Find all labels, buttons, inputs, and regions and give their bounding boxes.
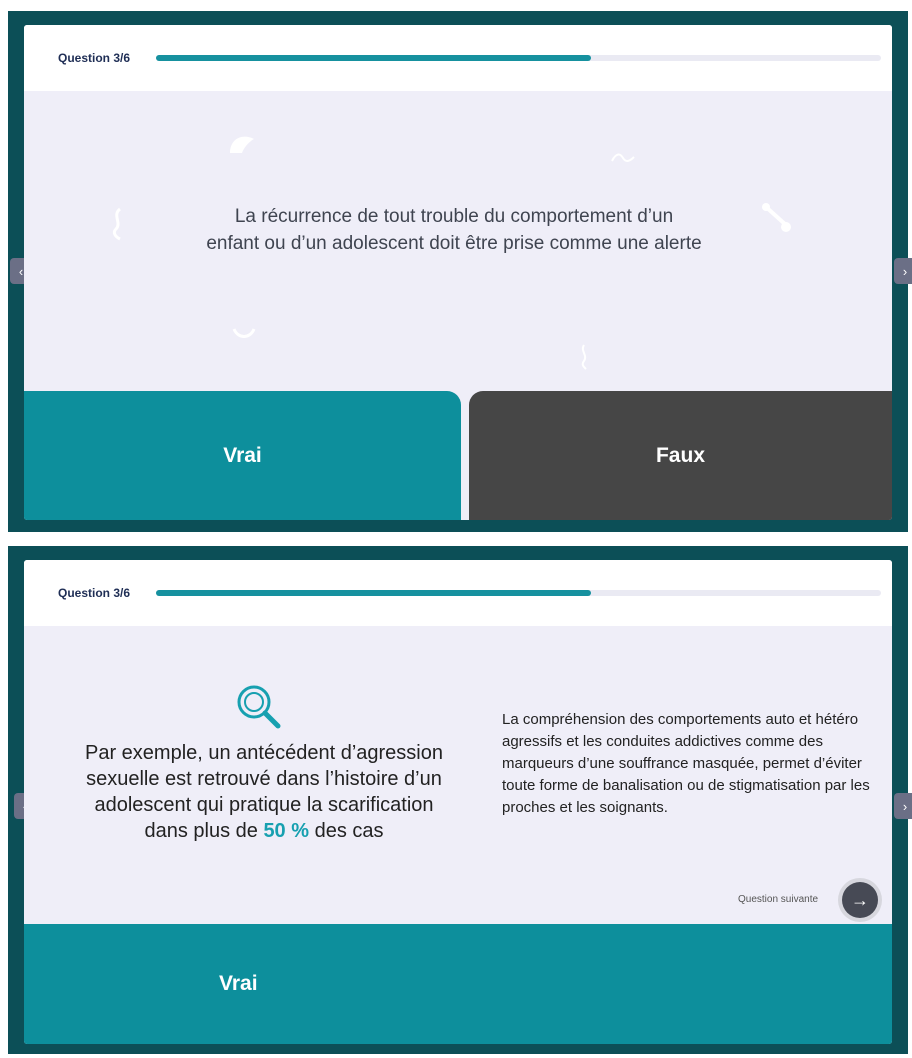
answer-false-button[interactable]: Faux <box>469 391 892 520</box>
progress-header: Question 3/6 <box>24 560 892 626</box>
question-counter: Question 3/6 <box>58 51 131 65</box>
fact-text: Par exemple, un antécédent d’agression s… <box>84 740 444 844</box>
quiz-slide-question: ‹ › Question 3/6 La récurrence de tout t… <box>8 11 912 532</box>
answer-true-button[interactable]: Vrai <box>24 391 461 520</box>
quiz-slide-feedback: ‹ › Question 3/6 Par exemple, un antécéd… <box>8 546 912 1054</box>
next-question-button[interactable]: → <box>842 882 878 918</box>
fact-highlight: 50 % <box>263 820 310 842</box>
decorative-arc-icon <box>232 328 256 338</box>
explanation-text: La compréhension des comportements auto … <box>502 711 870 816</box>
decorative-blob-icon <box>230 136 254 153</box>
search-icon <box>237 685 281 729</box>
progress-bar-fill <box>156 590 591 596</box>
progress-bar <box>156 590 881 596</box>
question-line: La récurrence de tout trouble du comport… <box>234 206 674 227</box>
progress-bar-fill <box>156 55 591 61</box>
feedback-card: Question 3/6 Par exemple, un antécédent … <box>24 560 892 1044</box>
next-slide-button[interactable]: › <box>894 793 912 819</box>
question-text: La récurrence de tout trouble du comport… <box>134 203 774 257</box>
arrow-right-icon: → <box>851 889 869 910</box>
question-line: enfant ou d’un adolescent doit être pris… <box>206 233 702 254</box>
selected-answer-bar: Vrai <box>24 924 892 1044</box>
progress-bar <box>156 55 881 61</box>
next-question-label[interactable]: Question suivante <box>738 894 818 905</box>
decorative-squiggle-icon <box>611 153 635 162</box>
fact-suffix: des cas <box>314 820 384 842</box>
decorative-squiggle-icon <box>112 207 122 241</box>
decorative-squiggle-icon <box>581 344 587 370</box>
question-counter: Question 3/6 <box>58 586 131 600</box>
next-slide-button[interactable]: › <box>894 258 912 284</box>
progress-header: Question 3/6 <box>24 25 892 91</box>
question-card: Question 3/6 La récurrence de tout troub… <box>24 25 892 520</box>
